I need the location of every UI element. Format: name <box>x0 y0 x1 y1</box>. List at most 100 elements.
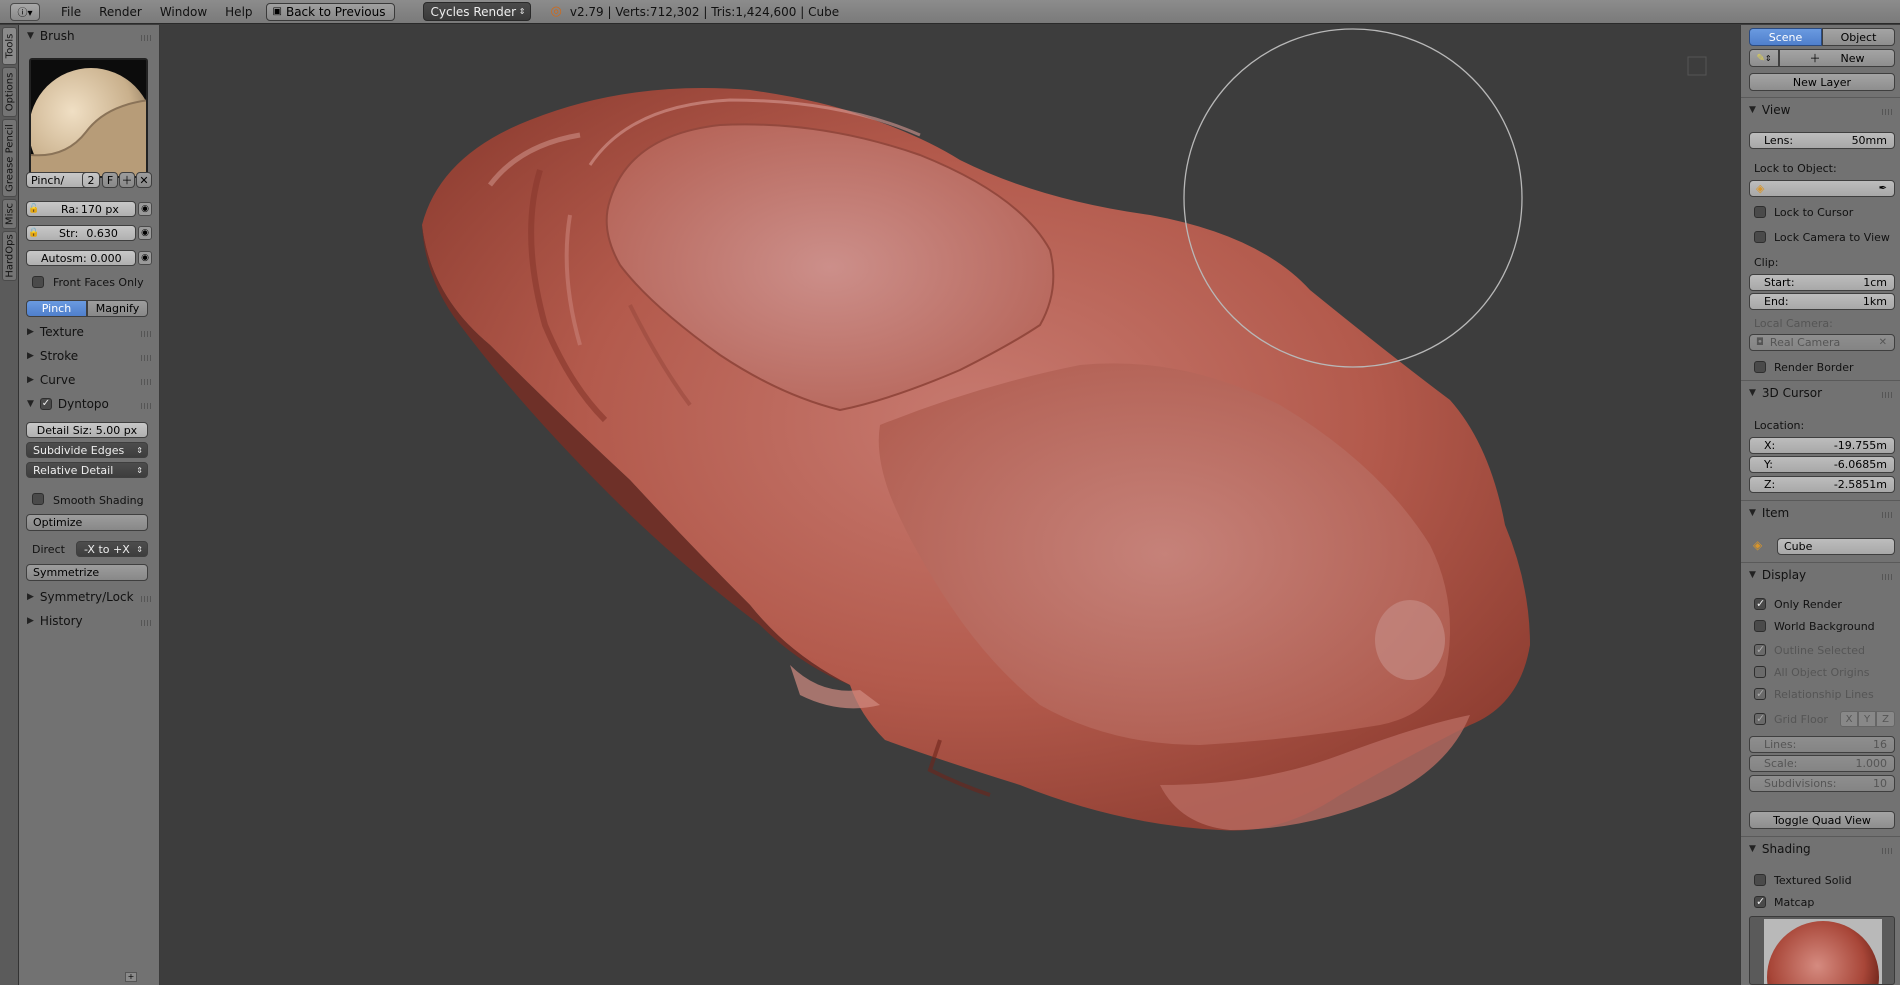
display-panel-header[interactable]: ▼ Display <box>1749 568 1806 582</box>
front-faces-checkbox[interactable] <box>32 276 44 288</box>
object-cube-icon: ◈ <box>1756 182 1765 195</box>
add-brush-button[interactable]: ＋ <box>119 172 135 188</box>
pinch-mode-button[interactable]: Pinch <box>26 300 87 317</box>
drag-grip-icon[interactable] <box>1882 848 1892 854</box>
3d-viewport[interactable] <box>160 25 1740 985</box>
toggle-quad-view-button[interactable]: Toggle Quad View <box>1749 811 1895 829</box>
lock-object-field[interactable]: ◈ ✒ <box>1749 180 1895 197</box>
item-name-field[interactable]: Cube <box>1777 538 1895 555</box>
grid-lines-field[interactable]: Lines: 16 <box>1749 736 1895 753</box>
tab-grease-pencil[interactable]: Grease Pencil <box>2 119 17 197</box>
axis-y-toggle[interactable]: Y <box>1858 711 1876 727</box>
clip-end-field[interactable]: End: 1km <box>1749 293 1895 310</box>
editor-type-button[interactable]: ⓘ▾ <box>10 2 40 21</box>
lock-to-cursor-checkbox[interactable] <box>1754 206 1766 218</box>
symmetry-panel-header[interactable]: ▶ Symmetry/Lock <box>27 590 134 604</box>
lock-to-cursor-label: Lock to Cursor <box>1774 206 1854 219</box>
back-to-previous-button[interactable]: ▣ Back to Previous <box>265 2 395 21</box>
add-panel-icon[interactable]: + <box>125 972 137 982</box>
cursor-z-field[interactable]: Z: -2.5851m <box>1749 476 1895 493</box>
tab-tools[interactable]: Tools <box>2 27 17 65</box>
drag-grip-icon[interactable] <box>1882 512 1892 518</box>
subdivide-select[interactable]: Subdivide Edges ⇕ <box>26 442 148 458</box>
menu-window[interactable]: Window <box>151 0 216 24</box>
axis-z-toggle[interactable]: Z <box>1876 711 1895 727</box>
outline-selected-checkbox[interactable] <box>1754 643 1766 656</box>
all-origins-checkbox[interactable] <box>1754 666 1766 678</box>
textured-solid-checkbox[interactable] <box>1754 874 1766 886</box>
brush-preview[interactable] <box>29 58 148 178</box>
tab-object[interactable]: Object <box>1822 28 1895 46</box>
direction-select[interactable]: -X to +X ⇕ <box>76 541 148 557</box>
drag-grip-icon[interactable] <box>141 331 151 337</box>
dyntopo-panel-header[interactable]: ▼ ✓ Dyntopo <box>27 397 109 411</box>
new-layer-button[interactable]: New Layer <box>1749 73 1895 91</box>
grid-floor-checkbox[interactable] <box>1754 712 1766 725</box>
drag-grip-icon[interactable] <box>1882 574 1892 580</box>
shading-panel-header[interactable]: ▼ Shading <box>1749 842 1811 856</box>
history-panel-header[interactable]: ▶ History <box>27 614 83 628</box>
brush-panel-header[interactable]: ▼ Brush <box>27 29 75 43</box>
pressure-icon[interactable]: ◉ <box>138 202 152 216</box>
matcap-checkbox[interactable] <box>1754 895 1766 908</box>
cursor-y-field[interactable]: Y: -6.0685m <box>1749 456 1895 473</box>
fake-user-button[interactable]: F <box>102 172 118 188</box>
item-panel-header[interactable]: ▼ Item <box>1749 506 1789 520</box>
axis-x-toggle[interactable]: X <box>1840 711 1858 727</box>
optimize-button[interactable]: Optimize <box>26 514 148 531</box>
drag-grip-icon[interactable] <box>141 596 151 602</box>
drag-grip-icon[interactable] <box>141 403 151 409</box>
cursor-panel-header[interactable]: ▼ 3D Cursor <box>1749 386 1822 400</box>
unlink-brush-button[interactable]: ✕ <box>136 172 152 188</box>
drag-grip-icon[interactable] <box>141 379 151 385</box>
curve-panel-header[interactable]: ▶ Curve <box>27 373 75 387</box>
lock-camera-checkbox[interactable] <box>1754 231 1766 243</box>
render-border-checkbox[interactable] <box>1754 361 1766 373</box>
view-panel-header[interactable]: ▼ View <box>1749 103 1790 117</box>
texture-panel-header[interactable]: ▶ Texture <box>27 325 84 339</box>
pressure-icon[interactable]: ◉ <box>138 226 152 240</box>
lock-icon: 🔓 <box>28 204 40 214</box>
grid-subdivisions-field[interactable]: Subdivisions: 10 <box>1749 775 1895 792</box>
drag-grip-icon[interactable] <box>1882 392 1892 398</box>
radius-label: Ra: <box>61 202 79 216</box>
local-camera-field[interactable]: ◘ Real Camera ✕ <box>1749 334 1895 351</box>
drag-grip-icon[interactable] <box>141 35 151 41</box>
only-render-checkbox[interactable] <box>1754 597 1766 610</box>
render-engine-select[interactable]: Cycles Render ⇕ <box>422 2 531 21</box>
menu-render[interactable]: Render <box>90 0 151 24</box>
tab-hardops[interactable]: HardOps <box>2 231 17 281</box>
smooth-shading-checkbox[interactable] <box>32 493 44 505</box>
relative-detail-select[interactable]: Relative Detail ⇕ <box>26 462 148 478</box>
brush-users-field[interactable]: 2 <box>82 172 100 188</box>
radius-field[interactable]: 🔓 Ra: 170 px <box>26 201 136 217</box>
tab-scene[interactable]: Scene <box>1749 28 1822 46</box>
clip-start-field[interactable]: Start: 1cm <box>1749 274 1895 291</box>
matcap-preview[interactable] <box>1749 916 1895 985</box>
drag-grip-icon[interactable] <box>141 355 151 361</box>
detail-size-field[interactable]: Detail Siz: 5.00 px <box>26 422 148 438</box>
lens-field[interactable]: Lens: 50mm <box>1749 132 1895 149</box>
tab-misc[interactable]: Misc <box>2 199 17 229</box>
dyntopo-label: Dyntopo <box>57 397 109 411</box>
menu-file[interactable]: File <box>52 0 90 24</box>
magnify-mode-button[interactable]: Magnify <box>87 300 148 317</box>
tab-options[interactable]: Options <box>2 67 17 117</box>
relationship-lines-checkbox[interactable] <box>1754 687 1766 700</box>
drag-grip-icon[interactable] <box>141 620 151 626</box>
dyntopo-checkbox[interactable]: ✓ <box>39 398 52 410</box>
new-grease-pencil-button[interactable]: ＋ New <box>1779 49 1895 67</box>
drag-grip-icon[interactable] <box>1882 109 1892 115</box>
cursor-x-field[interactable]: X: -19.755m <box>1749 437 1895 454</box>
grease-pencil-select[interactable]: ✎ ⇕ <box>1749 49 1779 67</box>
strength-field[interactable]: 🔒 Str: 0.630 <box>26 225 136 241</box>
stroke-panel-header[interactable]: ▶ Stroke <box>27 349 78 363</box>
pressure-icon[interactable]: ◉ <box>138 251 152 265</box>
grid-lines-label: Lines: <box>1764 738 1797 751</box>
autosmooth-field[interactable]: Autosm: 0.000 <box>26 250 136 266</box>
grid-scale-field[interactable]: Scale: 1.000 <box>1749 755 1895 772</box>
world-background-checkbox[interactable] <box>1754 620 1766 632</box>
symmetrize-button[interactable]: Symmetrize <box>26 564 148 581</box>
menu-help[interactable]: Help <box>216 0 261 24</box>
collapse-down-icon: ▼ <box>27 31 34 41</box>
